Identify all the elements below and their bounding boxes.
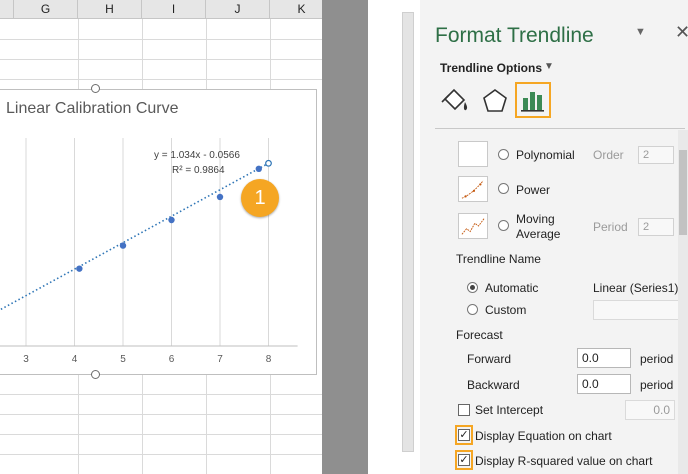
forward-input[interactable]: 0.0 (577, 348, 631, 368)
screenshot-gap (322, 0, 368, 474)
custom-label: Custom (485, 303, 527, 317)
chart-area[interactable]: Linear Calibration Curve 345678 y = 1.03… (0, 89, 317, 375)
data-point[interactable] (216, 193, 224, 201)
trendline-selection-handle[interactable] (265, 159, 272, 167)
column-header-h[interactable]: H (78, 0, 142, 19)
trendline-options-icon (521, 92, 544, 112)
x-tick-label: 8 (266, 354, 272, 365)
column-header-i[interactable]: I (142, 0, 206, 19)
data-point[interactable] (119, 242, 127, 249)
x-tick-label: 5 (120, 354, 126, 365)
pane-options-chevron-icon[interactable]: ▼ (635, 26, 646, 38)
custom-name-field[interactable] (593, 300, 683, 320)
polynomial-radio[interactable] (498, 149, 509, 160)
data-point[interactable] (168, 216, 175, 224)
x-tick-label: 4 (72, 354, 78, 365)
trendline[interactable] (0, 162, 269, 359)
x-tick-label: 6 (169, 354, 175, 365)
backward-input[interactable]: 0.0 (577, 374, 631, 394)
power-icon (458, 176, 488, 202)
display-equation-label: Display Equation on chart (475, 429, 612, 443)
trendline-options-tab[interactable] (515, 82, 551, 118)
chevron-down-icon[interactable]: ▼ (544, 61, 554, 72)
display-rsquared-label: Display R-squared value on chart (475, 454, 653, 468)
close-icon[interactable]: ✕ (675, 22, 688, 43)
forward-unit: period (640, 352, 674, 366)
effects-icon[interactable] (479, 85, 511, 117)
power-label: Power (516, 183, 551, 197)
moving-average-label: Moving Average (516, 212, 561, 241)
trendline-r-squared-label[interactable]: R² = 0.9864 (172, 165, 225, 176)
period-label: Period (593, 220, 628, 234)
data-point[interactable] (255, 165, 262, 172)
fill-line-icon[interactable] (440, 85, 472, 117)
moving-average-icon (458, 213, 488, 239)
custom-radio[interactable] (467, 304, 478, 315)
trendline-equation-label[interactable]: y = 1.034x - 0.0566 (154, 150, 240, 161)
worksheet[interactable]: G H I J K Linear Calibration Curve 34567… (0, 0, 322, 474)
order-stepper[interactable]: 2 (638, 146, 674, 164)
options-scrollbar-thumb[interactable] (679, 150, 687, 235)
x-tick-label: 7 (217, 354, 223, 365)
order-label: Order (593, 148, 624, 162)
forecast-heading: Forecast (456, 328, 503, 342)
chart-resize-handle-top[interactable] (91, 84, 100, 93)
callout-1: 1 (241, 179, 279, 217)
power-radio[interactable] (498, 183, 509, 194)
polynomial-label: Polynomial (516, 148, 575, 162)
set-intercept-checkbox[interactable] (458, 404, 470, 416)
moving-average-radio[interactable] (498, 220, 509, 231)
automatic-label: Automatic (485, 281, 539, 295)
display-equation-checkbox[interactable]: ✓ (458, 429, 470, 441)
tab-divider (435, 128, 685, 129)
chart-resize-handle-bottom[interactable] (91, 370, 100, 379)
trendline-name-heading: Trendline Name (456, 252, 541, 266)
forward-label: Forward (467, 352, 512, 366)
column-header-f[interactable] (0, 0, 14, 19)
display-rsquared-checkbox[interactable]: ✓ (458, 454, 470, 466)
plot-area[interactable]: 3 4 5 6 7 8 y = 1.034x - 0.0566 R² = 0.9864 (0, 90, 318, 376)
pane-scrollbar[interactable] (402, 12, 414, 452)
automatic-name-value: Linear (Series1) (593, 281, 679, 295)
column-header-g[interactable]: G (14, 0, 78, 19)
trendline-options-dropdown[interactable]: Trendline Options (440, 61, 542, 75)
set-intercept-label: Set Intercept (475, 403, 544, 417)
backward-unit: period (640, 378, 674, 392)
column-header-k[interactable]: K (270, 0, 322, 19)
x-tick-label: 3 (23, 354, 29, 365)
pane-title: Format Trendline (435, 24, 594, 47)
automatic-radio[interactable] (467, 282, 478, 293)
data-point[interactable] (76, 265, 83, 272)
column-header-j[interactable]: J (206, 0, 270, 19)
period-stepper[interactable]: 2 (638, 218, 674, 236)
intercept-input[interactable]: 0.0 (625, 400, 675, 420)
polynomial-icon (458, 141, 488, 167)
backward-label: Backward (467, 378, 520, 392)
